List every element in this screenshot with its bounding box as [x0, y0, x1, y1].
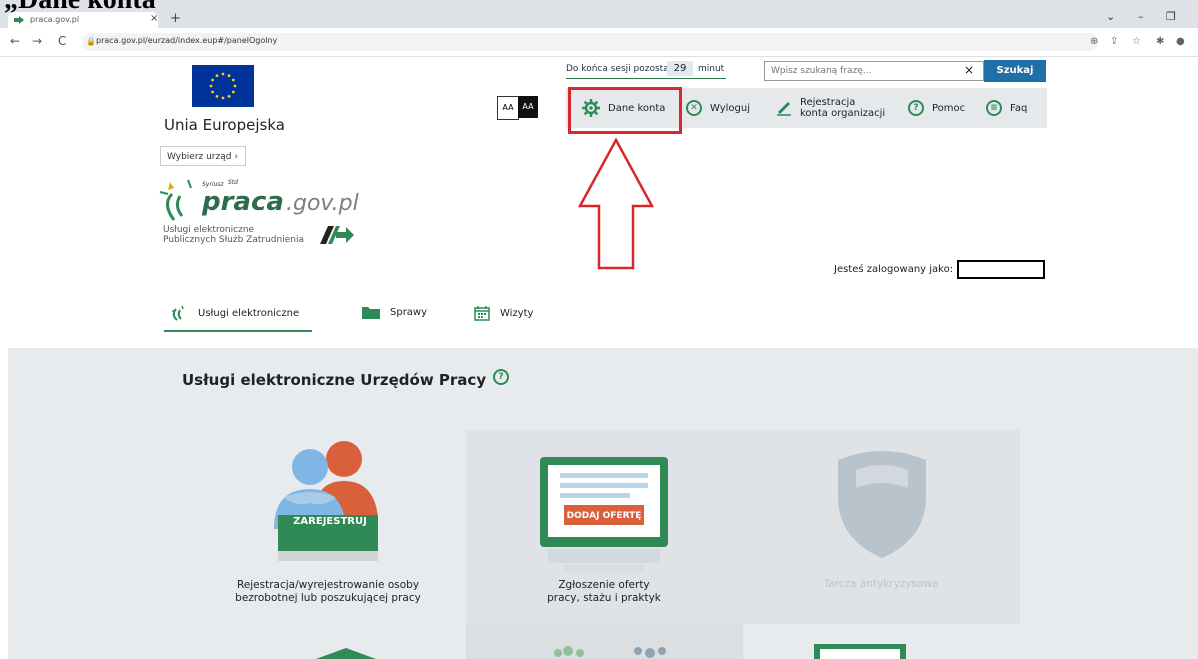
profile-icon[interactable]: ● — [1176, 36, 1185, 47]
back-button[interactable]: ← — [10, 34, 20, 48]
session-timer-unit: minut — [698, 64, 725, 74]
share-icon[interactable]: ⇪ — [1110, 36, 1118, 47]
font-size-contrast-button[interactable]: AA — [518, 96, 538, 118]
session-timer-label: Do końca sesji pozostało — [566, 64, 677, 74]
folder-icon — [362, 307, 380, 319]
tab-visits[interactable]: Wizyty — [474, 305, 533, 321]
tile-registration-line1: Rejestracja/wyrejestrowanie osoby — [236, 579, 420, 591]
pencil-icon — [777, 102, 791, 116]
url-text: praca.gov.pl/eurzad/index.eup#/panelOgol… — [96, 36, 278, 45]
logged-in-label: Jesteś zalogowany jako: — [834, 264, 954, 275]
search-clear-icon[interactable]: × — [964, 63, 974, 77]
people-register-icon — [274, 441, 378, 561]
session-timer-minutes: 29 — [667, 61, 693, 76]
tile-registration-line2: bezrobotnej lub poszukującej pracy — [235, 592, 421, 604]
psz-logo-icon — [320, 226, 354, 244]
nav-register-org-label: Rejestracja konta organizacji — [800, 97, 885, 119]
nav-register-org-line1: Rejestracja — [800, 97, 856, 108]
tab-cases[interactable]: Sprawy — [362, 305, 427, 319]
office-select-button[interactable]: Wybierz urząd › — [160, 146, 246, 166]
praca-favicon-icon — [14, 16, 24, 24]
nav-help-button[interactable]: ? Pomoc — [908, 88, 965, 128]
new-tab-button[interactable]: + — [170, 11, 181, 26]
svg-text:.gov.pl: .gov.pl — [286, 191, 359, 216]
tab-title: praca.gov.pl — [30, 15, 80, 24]
nav-logout-label: Wyloguj — [710, 102, 750, 114]
add-offer-button-label: DODAJ OFERTĘ — [566, 511, 642, 521]
nav-faq-label: Faq — [1010, 102, 1028, 114]
money-icon — [316, 648, 376, 659]
register-button-label: ZAREJESTRUJ — [293, 516, 367, 527]
faq-chat-icon: ≡ — [986, 100, 1002, 116]
lock-icon: 🔒 — [86, 37, 96, 46]
shield-icon — [838, 451, 926, 558]
extensions-icon[interactable]: ✱ — [1156, 36, 1164, 47]
tab-e-services[interactable]: Usługi elektroniczne — [172, 305, 299, 321]
tab-cases-label: Sprawy — [390, 306, 428, 318]
tab-visits-label: Wizyty — [500, 307, 534, 319]
people-group-icon — [554, 646, 666, 658]
e-services-icon — [172, 305, 184, 321]
logo-subtitle-line1: Usługi elektroniczne — [163, 225, 255, 235]
tab-e-services-label: Usługi elektroniczne — [198, 307, 300, 319]
section-help-icon[interactable]: ? — [493, 369, 509, 385]
nav-register-org-button[interactable]: Rejestracja konta organizacji — [776, 88, 885, 128]
nav-help-label: Pomoc — [932, 102, 966, 114]
session-divider — [566, 78, 726, 79]
tile-registration-label: Rejestracja/wyrejestrowanie osoby bezrob… — [190, 579, 466, 605]
bookmark-star-icon[interactable]: ☆ — [1132, 36, 1141, 47]
praca-gov-logo[interactable]: Syriusz Std praca .gov.pl — [158, 172, 363, 222]
search-input[interactable] — [764, 61, 984, 81]
zoom-icon[interactable]: ⊕ — [1090, 36, 1098, 47]
eu-flag-icon — [192, 65, 254, 107]
eu-label: Unia Europejska — [164, 116, 285, 134]
font-size-normal-button[interactable]: AA — [497, 96, 519, 120]
forward-button[interactable]: → — [32, 34, 42, 48]
logout-x-icon: ✕ — [686, 100, 702, 116]
tile-anti-crisis-shield-label: Tarcza antykryzysowa — [823, 578, 939, 590]
annotation-arrow-icon — [578, 138, 654, 270]
tab-search-icon[interactable]: ⌄ — [1106, 10, 1115, 23]
nav-register-org-line2: konta organizacji — [800, 108, 886, 119]
tile-job-offer-label: Zgłoszenie oferty pracy, stażu i praktyk — [466, 579, 742, 605]
tile-job-offer-line1: Zgłoszenie oferty — [558, 579, 650, 591]
maximize-icon[interactable]: ❐ — [1166, 10, 1176, 23]
minimize-icon[interactable]: – — [1138, 10, 1144, 23]
active-tab-underline — [164, 330, 312, 332]
screen-icon — [814, 644, 906, 659]
nav-faq-button[interactable]: ≡ Faq — [986, 88, 1027, 128]
logo-subtitle-line2: Publicznych Służb Zatrudnienia — [163, 235, 304, 245]
overlay-heading: „Dane konta — [4, 0, 156, 16]
reload-button[interactable]: C — [58, 34, 66, 48]
help-question-icon: ? — [908, 100, 924, 116]
search-button[interactable]: Szukaj — [984, 60, 1046, 82]
svg-text:Std: Std — [228, 179, 238, 186]
section-title: Usługi elektroniczne Urzędów Pracy — [182, 371, 487, 389]
nav-logout-button[interactable]: ✕ Wyloguj — [686, 88, 750, 128]
svg-text:praca: praca — [201, 187, 284, 217]
logged-in-user-redacted — [957, 260, 1045, 279]
highlight-box — [568, 87, 682, 134]
calendar-icon — [474, 306, 490, 321]
tile-job-offer-line2: pracy, stażu i praktyk — [547, 592, 661, 604]
